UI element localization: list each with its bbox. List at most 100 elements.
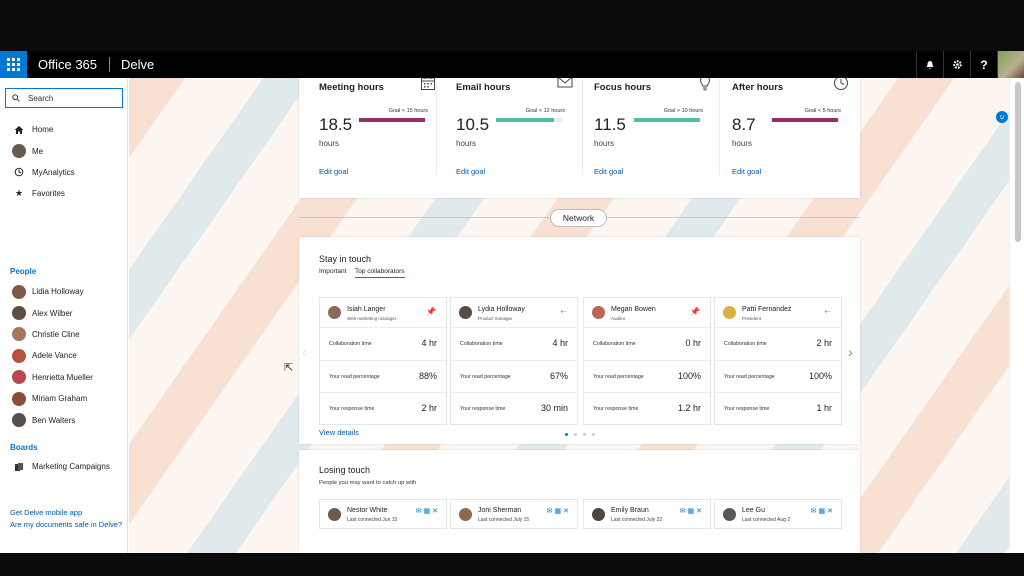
stat-collaboration-time: Collaboration time 4 hr (320, 328, 446, 361)
email-icon[interactable]: ✉ (811, 508, 819, 515)
collaborator-card[interactable]: Megan Bowen Auditor 📌 Collaboration time… (583, 297, 711, 425)
sidebar-item-board[interactable]: Marketing Campaigns (0, 456, 128, 477)
collaborator-card[interactable]: Patti Fernandez President ⇠ Collaboratio… (714, 297, 842, 425)
carousel-pagination (565, 433, 595, 436)
settings-gear-icon[interactable] (943, 51, 970, 78)
goal-title: Focus hours (594, 82, 652, 93)
sidebar-item-person[interactable]: Christie Cline (0, 324, 128, 345)
calendar-icon[interactable]: ▦ (424, 508, 433, 515)
goal-progress-fill (772, 118, 838, 122)
main-content: Meeting hours 18.5 Goal < 15 hours hours… (129, 78, 1009, 553)
nav-item-home[interactable]: Home (0, 119, 128, 140)
carousel-prev-icon[interactable]: ‹ (302, 344, 307, 360)
carousel-next-icon[interactable]: › (848, 344, 853, 360)
collaborator-role: Product manager (478, 316, 513, 321)
edit-goal-link[interactable]: Edit goal (732, 167, 761, 176)
documents-safe-link[interactable]: Are my documents safe in Delve? (10, 520, 122, 529)
email-icon[interactable]: ✉ (547, 508, 555, 515)
losing-touch-person[interactable]: Lee Gu Last connected Aug 2 ✉▦✕ (714, 499, 842, 529)
pin-outline-icon[interactable]: ⇠ (824, 307, 831, 316)
boards-heading: Boards (10, 442, 38, 452)
user-avatar[interactable] (997, 51, 1024, 78)
edit-goal-link[interactable]: Edit goal (456, 167, 485, 176)
stat-value: 2 hr (816, 338, 832, 348)
avatar (12, 327, 26, 342)
calendar-icon[interactable]: ▦ (688, 508, 697, 515)
nav-item-label: MyAnalytics (32, 167, 75, 177)
stat-response-time: Your response time 2 hr (320, 393, 446, 426)
feedback-smiley-icon[interactable] (996, 111, 1008, 123)
last-connected: Last connected July 15 (478, 517, 530, 523)
goal-target: Goal < 5 hours (804, 108, 841, 114)
person-name: Christie Cline (32, 329, 80, 339)
stat-read-percentage: Your read percentage 100% (715, 361, 841, 394)
divider (436, 78, 437, 175)
stat-value: 67% (549, 370, 568, 381)
dismiss-icon[interactable]: ✕ (696, 508, 704, 515)
sidebar-item-person[interactable]: Miriam Graham (0, 388, 128, 409)
goal-value: 11.5 (594, 115, 626, 134)
dismiss-icon[interactable]: ✕ (563, 508, 571, 515)
tab-top-collaborators[interactable]: Top collaborators (355, 268, 405, 278)
pin-filled-icon[interactable]: 📌 (690, 307, 700, 316)
email-icon[interactable]: ✉ (416, 508, 424, 515)
page-scrollbar[interactable] (1009, 78, 1024, 553)
pin-outline-icon[interactable]: ⇠ (560, 307, 567, 316)
calendar-icon (420, 78, 436, 96)
sidebar-item-person[interactable]: Lidia Holloway (0, 281, 128, 302)
sidebar-item-person[interactable]: Alex Wilber (0, 302, 128, 323)
sidebar-item-person[interactable]: Adele Vance (0, 345, 128, 366)
office365-brand[interactable]: Office 365 (27, 57, 109, 72)
scrollbar-thumb[interactable] (1015, 82, 1021, 242)
collaborator-header: Lydia Holloway Product manager ⇠ (451, 298, 577, 328)
page-dot[interactable] (592, 433, 595, 436)
lightbulb-icon (699, 78, 711, 96)
nav-item-me[interactable]: Me (0, 140, 128, 161)
person-name: Lidia Holloway (32, 287, 84, 297)
email-icon[interactable]: ✉ (680, 508, 688, 515)
page-dot[interactable] (583, 433, 586, 436)
edit-goal-link[interactable]: Edit goal (594, 167, 623, 176)
notifications-bell-icon[interactable] (916, 51, 943, 78)
calendar-icon[interactable]: ▦ (819, 508, 828, 515)
person-name: Ben Walters (32, 415, 76, 425)
page-dot[interactable] (574, 433, 577, 436)
calendar-icon[interactable]: ▦ (555, 508, 564, 515)
dismiss-icon[interactable]: ✕ (827, 508, 835, 515)
page-dot-active[interactable] (565, 433, 568, 436)
losing-touch-person[interactable]: Nestor White Last connected Jun 15 ✉▦✕ (319, 499, 447, 529)
stat-value: 30 min (540, 403, 568, 414)
help-question-icon[interactable]: ? (970, 51, 997, 78)
collaborator-card[interactable]: Isiah Langer Web marketing manager 📌 Col… (319, 297, 447, 425)
edit-goal-link[interactable]: Edit goal (319, 167, 348, 176)
collaborator-card[interactable]: Lydia Holloway Product manager ⇠ Collabo… (450, 297, 578, 425)
stat-label: Your read percentage (724, 373, 775, 380)
divider (582, 78, 583, 175)
search-input[interactable]: Search (5, 88, 123, 108)
goal-value: 18.5 (319, 115, 353, 134)
dismiss-icon[interactable]: ✕ (432, 508, 440, 515)
app-launcher-icon[interactable] (0, 51, 27, 78)
goal-unit: hours (456, 139, 477, 148)
board-label: Marketing Campaigns (32, 462, 110, 472)
mobile-app-link[interactable]: Get Delve mobile app (10, 508, 82, 517)
app-name[interactable]: Delve (110, 57, 154, 72)
sidebar-item-person[interactable]: Ben Walters (0, 409, 128, 430)
sidebar-item-person[interactable]: Henrietta Mueller (0, 367, 128, 388)
losing-touch-person[interactable]: Joni Sherman Last connected July 15 ✉▦✕ (450, 499, 578, 529)
nav-item-favorites[interactable]: ★ Favorites (0, 183, 128, 204)
pin-filled-icon[interactable]: 📌 (426, 307, 436, 316)
people-heading: People (10, 266, 37, 276)
tab-important[interactable]: Important (319, 268, 346, 275)
avatar (12, 413, 26, 428)
goal-progress-bar (772, 118, 838, 122)
nav-item-myanalytics[interactable]: MyAnalytics (0, 162, 128, 183)
stat-label: Collaboration time (329, 341, 372, 347)
stat-read-percentage: Your read percentage 88% (320, 361, 446, 394)
stat-label: Your read percentage (329, 373, 380, 380)
stat-label: Your response time (329, 406, 375, 413)
network-pill[interactable]: Network (550, 209, 607, 227)
losing-touch-person[interactable]: Emily Braun Last connected July 22 ✉▦✕ (583, 499, 711, 529)
stat-collaboration-time: Collaboration time 0 hr (584, 328, 710, 361)
view-details-link[interactable]: View details (319, 428, 359, 437)
